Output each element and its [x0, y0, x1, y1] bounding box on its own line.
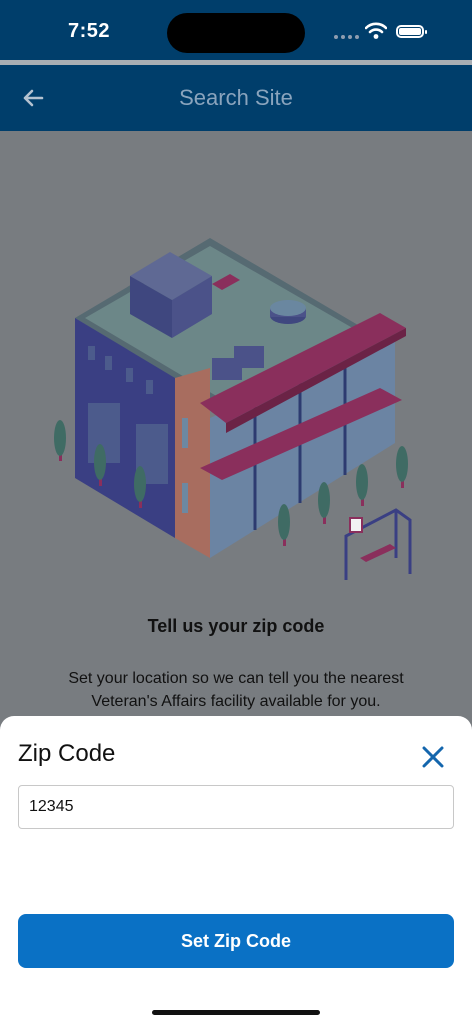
- close-button[interactable]: [416, 740, 450, 774]
- status-time: 7:52: [68, 20, 111, 42]
- page-title: Search Site: [179, 85, 293, 110]
- header: Search Site: [0, 65, 472, 131]
- home-indicator: [152, 1010, 320, 1015]
- signal-icon: [334, 35, 359, 39]
- status-bar: 7:52: [0, 0, 472, 60]
- wifi-icon: [365, 22, 387, 39]
- zip-code-sheet: Zip Code Set Zip Code: [0, 716, 472, 1024]
- battery-icon: [396, 25, 427, 38]
- zip-code-input[interactable]: [18, 785, 454, 829]
- zip-description: Set your location so we can tell you the…: [68, 670, 404, 710]
- building-illustration: [54, 238, 412, 580]
- close-icon: [422, 746, 444, 768]
- set-zip-code-button[interactable]: Set Zip Code: [18, 914, 454, 968]
- dynamic-island: [167, 13, 305, 53]
- sheet-title: Zip Code: [18, 740, 116, 767]
- zip-heading: Tell us your zip code: [147, 616, 325, 636]
